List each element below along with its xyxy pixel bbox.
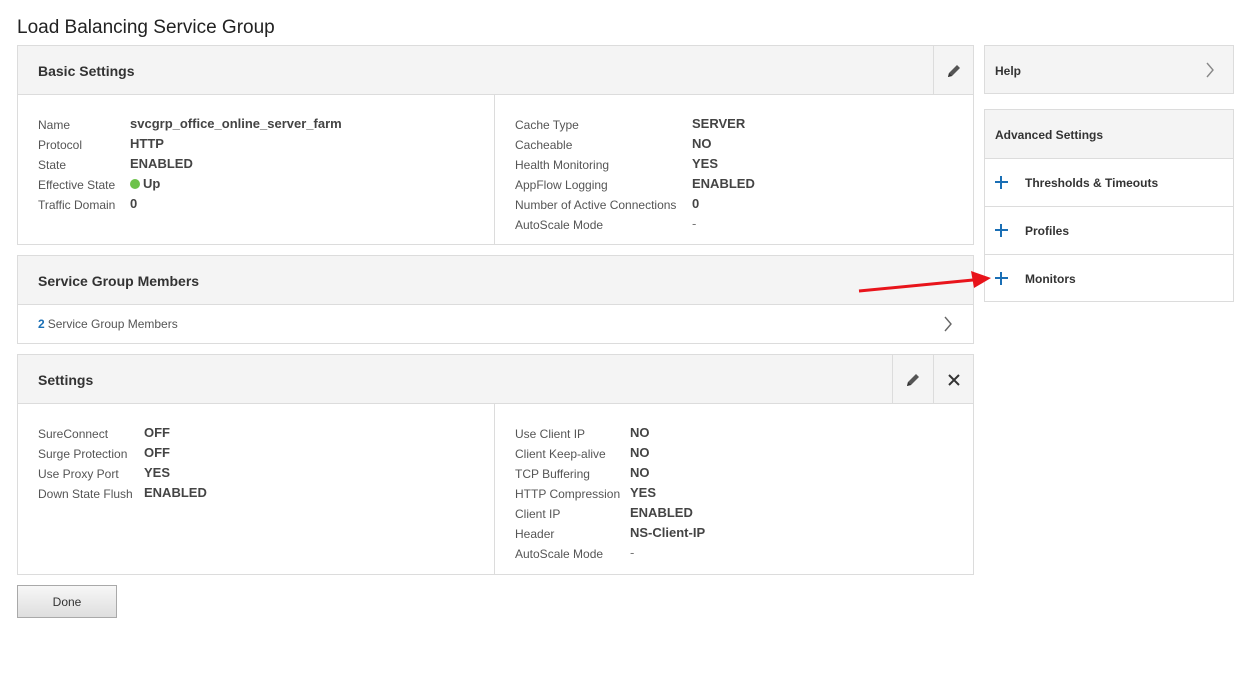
kv-label: AutoScale Mode (515, 218, 604, 232)
effective-state-value: Up (143, 176, 161, 191)
kv-label: Name (38, 118, 71, 132)
members-count-text: Service Group Members (47, 317, 178, 331)
advanced-item-label: Profiles (1025, 224, 1070, 238)
members-title: Service Group Members (38, 273, 200, 289)
settings-right-column: Use Client IP NO Client Keep-alive NO TC… (494, 404, 973, 574)
kv-value: YES (630, 485, 657, 500)
kv-label: State (38, 158, 67, 172)
kv-value: OFF (144, 425, 170, 440)
kv-label: AppFlow Logging (515, 178, 608, 192)
advanced-settings-title: Advanced Settings (995, 128, 1104, 142)
plus-icon (995, 224, 1008, 237)
members-count: 2 (38, 317, 45, 331)
kv-value: - (692, 216, 697, 231)
kv-label: Use Proxy Port (38, 467, 119, 481)
plus-icon (995, 272, 1008, 285)
kv-value: OFF (144, 445, 170, 460)
kv-label: Client IP (515, 507, 561, 521)
close-icon (947, 373, 960, 386)
annotation-arrow (858, 271, 991, 293)
advanced-item-thresholds-timeouts[interactable]: Thresholds & Timeouts (985, 159, 1233, 207)
kv-value: NO (692, 136, 712, 151)
kv-label: Client Keep-alive (515, 447, 606, 461)
kv-label: Header (515, 527, 555, 541)
basic-settings-right-column: Cache Type SERVER Cacheable NO Health Mo… (494, 95, 973, 244)
kv-label: Health Monitoring (515, 158, 610, 172)
kv-value: SERVER (692, 116, 746, 131)
advanced-settings-panel: Advanced Settings Thresholds & Timeouts … (984, 109, 1234, 302)
help-panel[interactable]: Help (984, 45, 1234, 94)
service-group-members-panel: Service Group Members 2 Service Group Mem… (17, 255, 974, 344)
kv-label: Cache Type (515, 118, 579, 132)
kv-label: TCP Buffering (515, 467, 590, 481)
kv-value: 0 (130, 196, 138, 211)
status-dot-icon (130, 179, 140, 189)
pencil-icon (906, 373, 919, 386)
edit-basic-settings-button[interactable] (933, 46, 973, 95)
basic-settings-left-column: Name svcgrp_office_online_server_farm Pr… (18, 95, 494, 244)
page-title: Load Balancing Service Group (17, 17, 275, 38)
settings-panel: Settings SureConnect OFF Surge Protectio… (17, 354, 974, 575)
kv-value: ENABLED (630, 505, 693, 520)
kv-value: NS-Client-IP (630, 525, 706, 540)
pencil-icon (947, 64, 960, 77)
basic-settings-header: Basic Settings (18, 46, 973, 95)
kv-label: Protocol (38, 138, 83, 152)
kv-value: YES (692, 156, 719, 171)
members-count-label: 2 Service Group Members (38, 317, 178, 331)
kv-label: Traffic Domain (38, 198, 116, 212)
kv-value: Up (130, 176, 160, 191)
done-button[interactable]: Done (17, 585, 117, 618)
kv-value: HTTP (130, 136, 164, 151)
kv-label: Effective State (38, 178, 116, 192)
kv-label: Surge Protection (38, 447, 128, 461)
basic-settings-panel: Basic Settings Name svcgrp_office_online… (17, 45, 974, 245)
chevron-right-icon (944, 316, 952, 332)
kv-value: ENABLED (144, 485, 207, 500)
close-settings-button[interactable] (933, 355, 973, 404)
chevron-right-icon (1206, 62, 1214, 78)
help-label: Help (995, 64, 1022, 78)
kv-value: ENABLED (692, 176, 755, 191)
advanced-item-profiles[interactable]: Profiles (985, 207, 1233, 255)
edit-settings-button[interactable] (892, 355, 932, 404)
kv-value: NO (630, 445, 650, 460)
kv-value: ENABLED (130, 156, 193, 171)
advanced-item-monitors[interactable]: Monitors (985, 255, 1233, 303)
advanced-item-label: Monitors (1025, 272, 1076, 286)
kv-label: Down State Flush (38, 487, 133, 501)
plus-icon (995, 176, 1008, 189)
kv-value: svcgrp_office_online_server_farm (130, 116, 342, 131)
members-header: Service Group Members (18, 256, 973, 305)
advanced-settings-header: Advanced Settings (985, 110, 1233, 159)
kv-label: HTTP Compression (515, 487, 621, 501)
members-link-row[interactable]: 2 Service Group Members (18, 305, 973, 342)
kv-label: Use Client IP (515, 427, 586, 441)
kv-label: SureConnect (38, 427, 109, 441)
kv-value: YES (144, 465, 171, 480)
advanced-item-label: Thresholds & Timeouts (1025, 176, 1159, 190)
kv-value: NO (630, 465, 650, 480)
settings-header: Settings (18, 355, 973, 404)
basic-settings-title: Basic Settings (38, 63, 135, 79)
kv-label: AutoScale Mode (515, 547, 604, 561)
kv-label: Number of Active Connections (515, 198, 677, 212)
kv-value: - (630, 545, 635, 560)
kv-value: NO (630, 425, 650, 440)
kv-label: Cacheable (515, 138, 573, 152)
settings-left-column: SureConnect OFF Surge Protection OFF Use… (18, 404, 494, 574)
settings-title: Settings (38, 372, 94, 388)
kv-value: 0 (692, 196, 700, 211)
